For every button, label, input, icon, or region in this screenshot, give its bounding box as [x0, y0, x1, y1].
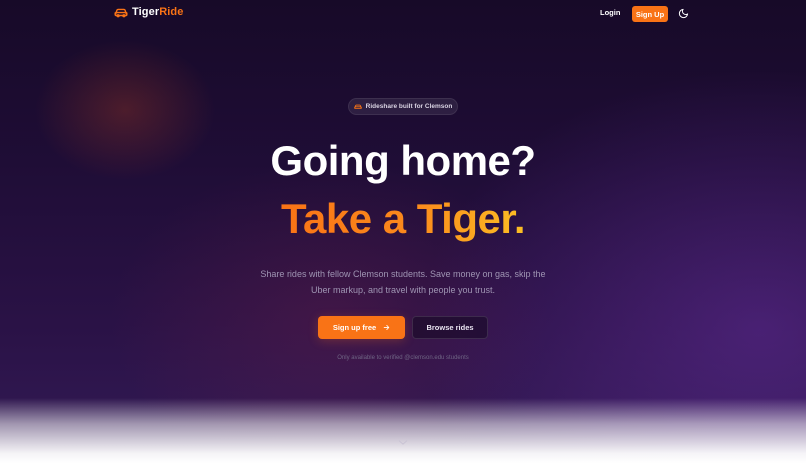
login-link[interactable]: Login [600, 8, 620, 17]
bottom-fade [0, 398, 806, 463]
badge-text: Rideshare built for Clemson [365, 103, 453, 110]
moon-icon[interactable] [678, 8, 689, 19]
headline-line1: Going home? [270, 137, 536, 184]
brand-logo[interactable]: TigerRide [114, 6, 183, 18]
brand-name: TigerRide [132, 6, 183, 18]
chevron-down-icon[interactable] [398, 439, 408, 446]
signup-button[interactable]: Sign Up [632, 6, 668, 22]
landing-page: TigerRide Login Sign Up Rideshare built … [0, 0, 806, 463]
signup-free-button[interactable]: Sign up free [318, 316, 405, 339]
arrow-right-icon [383, 325, 390, 330]
navbar: TigerRide Login Sign Up [0, 0, 806, 28]
hero-badge: Rideshare built for Clemson [348, 98, 458, 115]
browse-rides-button[interactable]: Browse rides [412, 316, 488, 339]
headline-line2: Take a Tiger. [0, 192, 806, 246]
car-icon [353, 104, 362, 109]
brand-name-part1: Tiger [132, 6, 160, 18]
signup-free-label: Sign up free [332, 323, 377, 332]
headline-line2-text: Take a Tiger. [280, 195, 526, 242]
brand-name-part2: Ride [159, 6, 184, 18]
hero-subtitle: Share rides with fellow Clemson students… [260, 269, 546, 295]
verification-note: Only available to verified @clemson.edu … [337, 355, 469, 361]
car-icon [114, 8, 128, 18]
